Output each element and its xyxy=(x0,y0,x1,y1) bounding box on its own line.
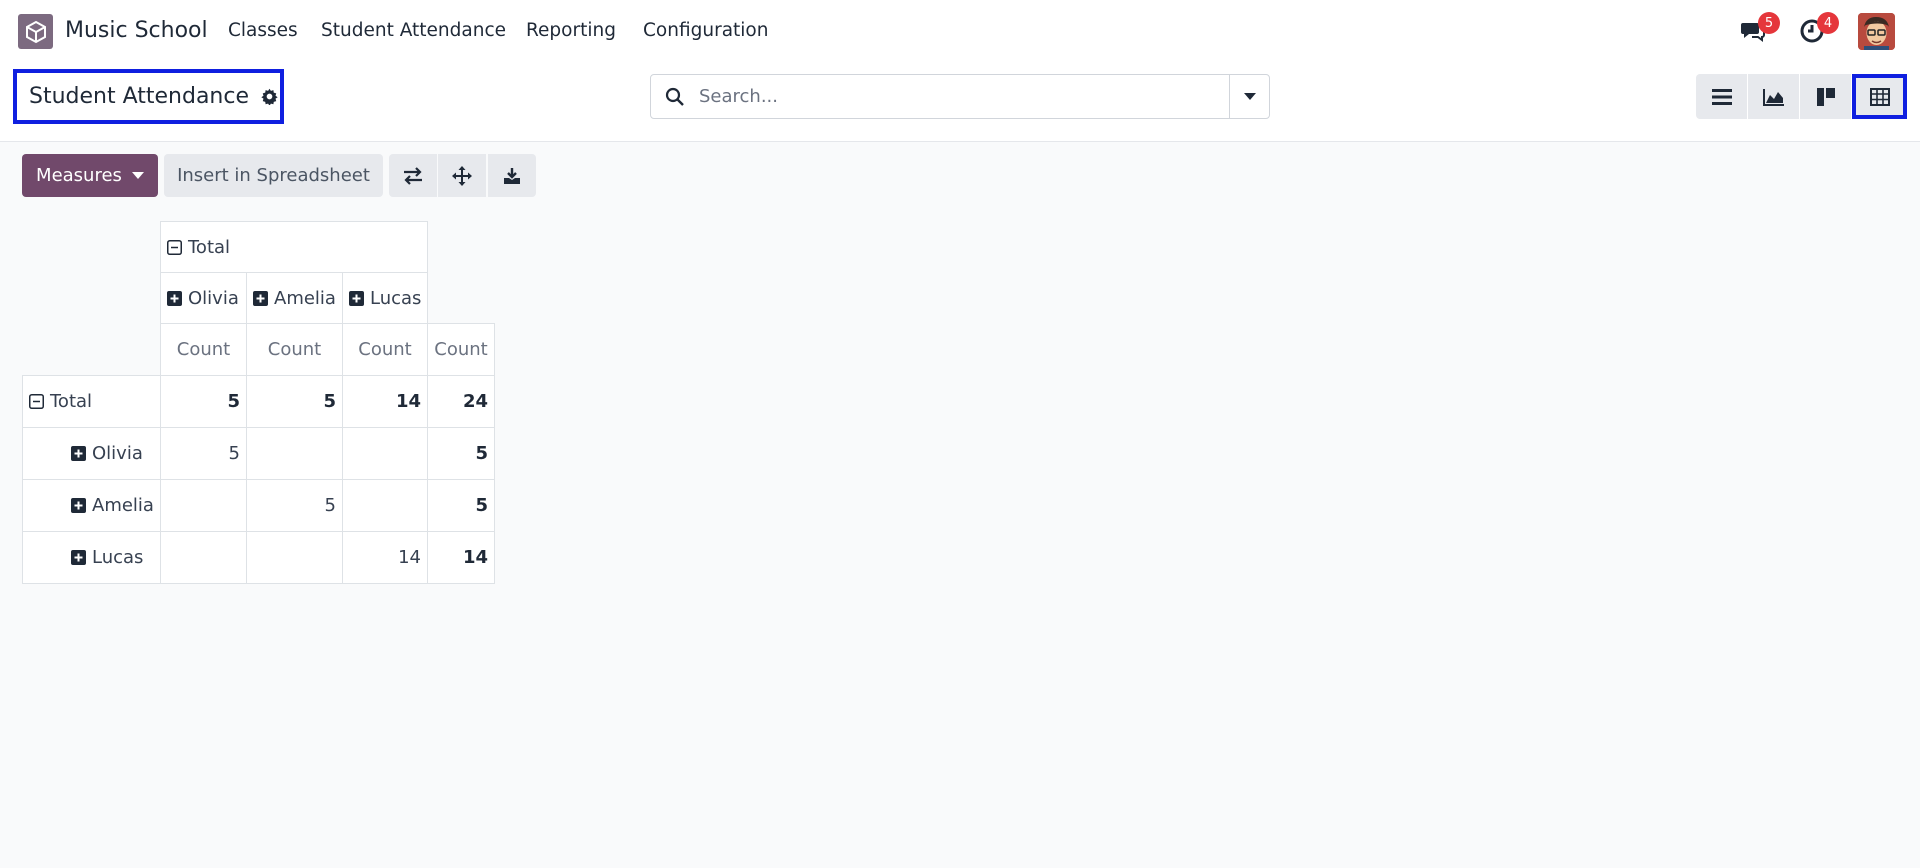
pivot-cell[interactable] xyxy=(160,531,247,584)
measure-header[interactable]: Count xyxy=(427,323,495,376)
app-cube-icon[interactable] xyxy=(18,14,53,49)
expand-all-button[interactable] xyxy=(438,154,486,197)
list-view-button[interactable] xyxy=(1696,74,1747,119)
search-bar xyxy=(650,74,1270,119)
gear-icon[interactable] xyxy=(261,88,278,105)
row-header-lucas[interactable]: Lucas xyxy=(22,531,161,584)
table-icon xyxy=(1869,87,1890,106)
graph-view-button[interactable] xyxy=(1748,74,1799,119)
insert-in-spreadsheet-button[interactable]: Insert in Spreadsheet xyxy=(164,154,383,197)
row-header-total[interactable]: Total xyxy=(22,375,161,428)
list-icon xyxy=(1711,88,1732,105)
search-options-toggle[interactable] xyxy=(1229,75,1269,118)
app-name[interactable]: Music School xyxy=(65,18,208,43)
row-header-total-label: Total xyxy=(50,391,93,412)
pivot-cell[interactable]: 5 xyxy=(160,427,247,480)
user-avatar[interactable] xyxy=(1858,13,1895,50)
pivot-cell[interactable]: 5 xyxy=(160,375,247,428)
col-header-lucas[interactable]: Lucas xyxy=(342,272,428,324)
expand-icon xyxy=(167,290,182,306)
menu-classes[interactable]: Classes xyxy=(228,20,298,41)
row-header-lucas-label: Lucas xyxy=(92,547,144,568)
pivot-cell[interactable]: 5 xyxy=(427,479,495,532)
pivot-cell[interactable]: 24 xyxy=(427,375,495,428)
flip-axis-button[interactable] xyxy=(389,154,437,197)
pivot-cell[interactable]: 14 xyxy=(342,531,428,584)
activities-clock-icon[interactable]: 4 xyxy=(1797,12,1839,46)
measures-label: Measures xyxy=(36,165,122,186)
menu-student-attendance[interactable]: Student Attendance xyxy=(321,20,506,41)
control-panel: Student Attendance xyxy=(0,62,1920,142)
view-switcher xyxy=(1696,74,1908,119)
pivot-cell[interactable] xyxy=(342,479,428,532)
pivot-view-button[interactable] xyxy=(1852,74,1907,119)
collapse-icon xyxy=(29,394,44,409)
menu-reporting[interactable]: Reporting xyxy=(526,20,616,41)
activities-badge: 4 xyxy=(1817,12,1839,34)
measure-header[interactable]: Count xyxy=(246,323,343,376)
row-header-olivia[interactable]: Olivia xyxy=(22,427,161,480)
col-header-lucas-label: Lucas xyxy=(370,287,422,309)
pivot-cell[interactable]: 5 xyxy=(427,427,495,480)
top-navbar: Music School Classes Student Attendance … xyxy=(0,0,1920,62)
pivot-cell[interactable] xyxy=(246,427,343,480)
pivot-cell[interactable] xyxy=(246,531,343,584)
col-header-amelia-label: Amelia xyxy=(274,287,336,309)
measure-header[interactable]: Count xyxy=(160,323,247,376)
row-header-amelia-label: Amelia xyxy=(92,495,154,516)
row-header-olivia-label: Olivia xyxy=(92,443,143,464)
col-header-olivia[interactable]: Olivia xyxy=(160,272,247,324)
col-header-total-label: Total xyxy=(188,236,231,258)
expand-icon xyxy=(349,290,364,306)
search-icon xyxy=(651,87,699,107)
col-header-olivia-label: Olivia xyxy=(188,287,239,309)
download-icon xyxy=(504,167,520,184)
menu-configuration[interactable]: Configuration xyxy=(643,20,768,41)
expand-icon xyxy=(253,290,268,306)
expand-icon xyxy=(71,498,86,513)
pivot-cell[interactable] xyxy=(342,427,428,480)
collapse-icon xyxy=(167,239,182,255)
expand-icon xyxy=(71,446,86,461)
area-chart-icon xyxy=(1762,88,1784,106)
kanban-icon xyxy=(1816,87,1835,106)
messages-icon[interactable]: 5 xyxy=(1738,12,1780,46)
move-arrows-icon xyxy=(452,165,472,186)
caret-down-icon xyxy=(131,172,144,179)
download-button[interactable] xyxy=(488,154,536,197)
search-input[interactable] xyxy=(699,86,1199,107)
page-title[interactable]: Student Attendance xyxy=(29,84,249,109)
pivot-cell[interactable]: 5 xyxy=(246,479,343,532)
measures-button[interactable]: Measures xyxy=(22,154,158,197)
col-header-total[interactable]: Total xyxy=(160,221,428,273)
pivot-cell[interactable]: 14 xyxy=(342,375,428,428)
kanban-view-button[interactable] xyxy=(1800,74,1851,119)
col-header-amelia[interactable]: Amelia xyxy=(246,272,343,324)
pivot-cell[interactable]: 14 xyxy=(427,531,495,584)
caret-down-icon xyxy=(1243,92,1256,100)
messages-badge: 5 xyxy=(1758,12,1780,34)
swap-arrows-icon xyxy=(404,166,422,185)
pivot-cell[interactable]: 5 xyxy=(246,375,343,428)
measure-header[interactable]: Count xyxy=(342,323,428,376)
breadcrumb: Student Attendance xyxy=(13,69,284,124)
pivot-cell[interactable] xyxy=(160,479,247,532)
row-header-amelia[interactable]: Amelia xyxy=(22,479,161,532)
expand-icon xyxy=(71,550,86,565)
